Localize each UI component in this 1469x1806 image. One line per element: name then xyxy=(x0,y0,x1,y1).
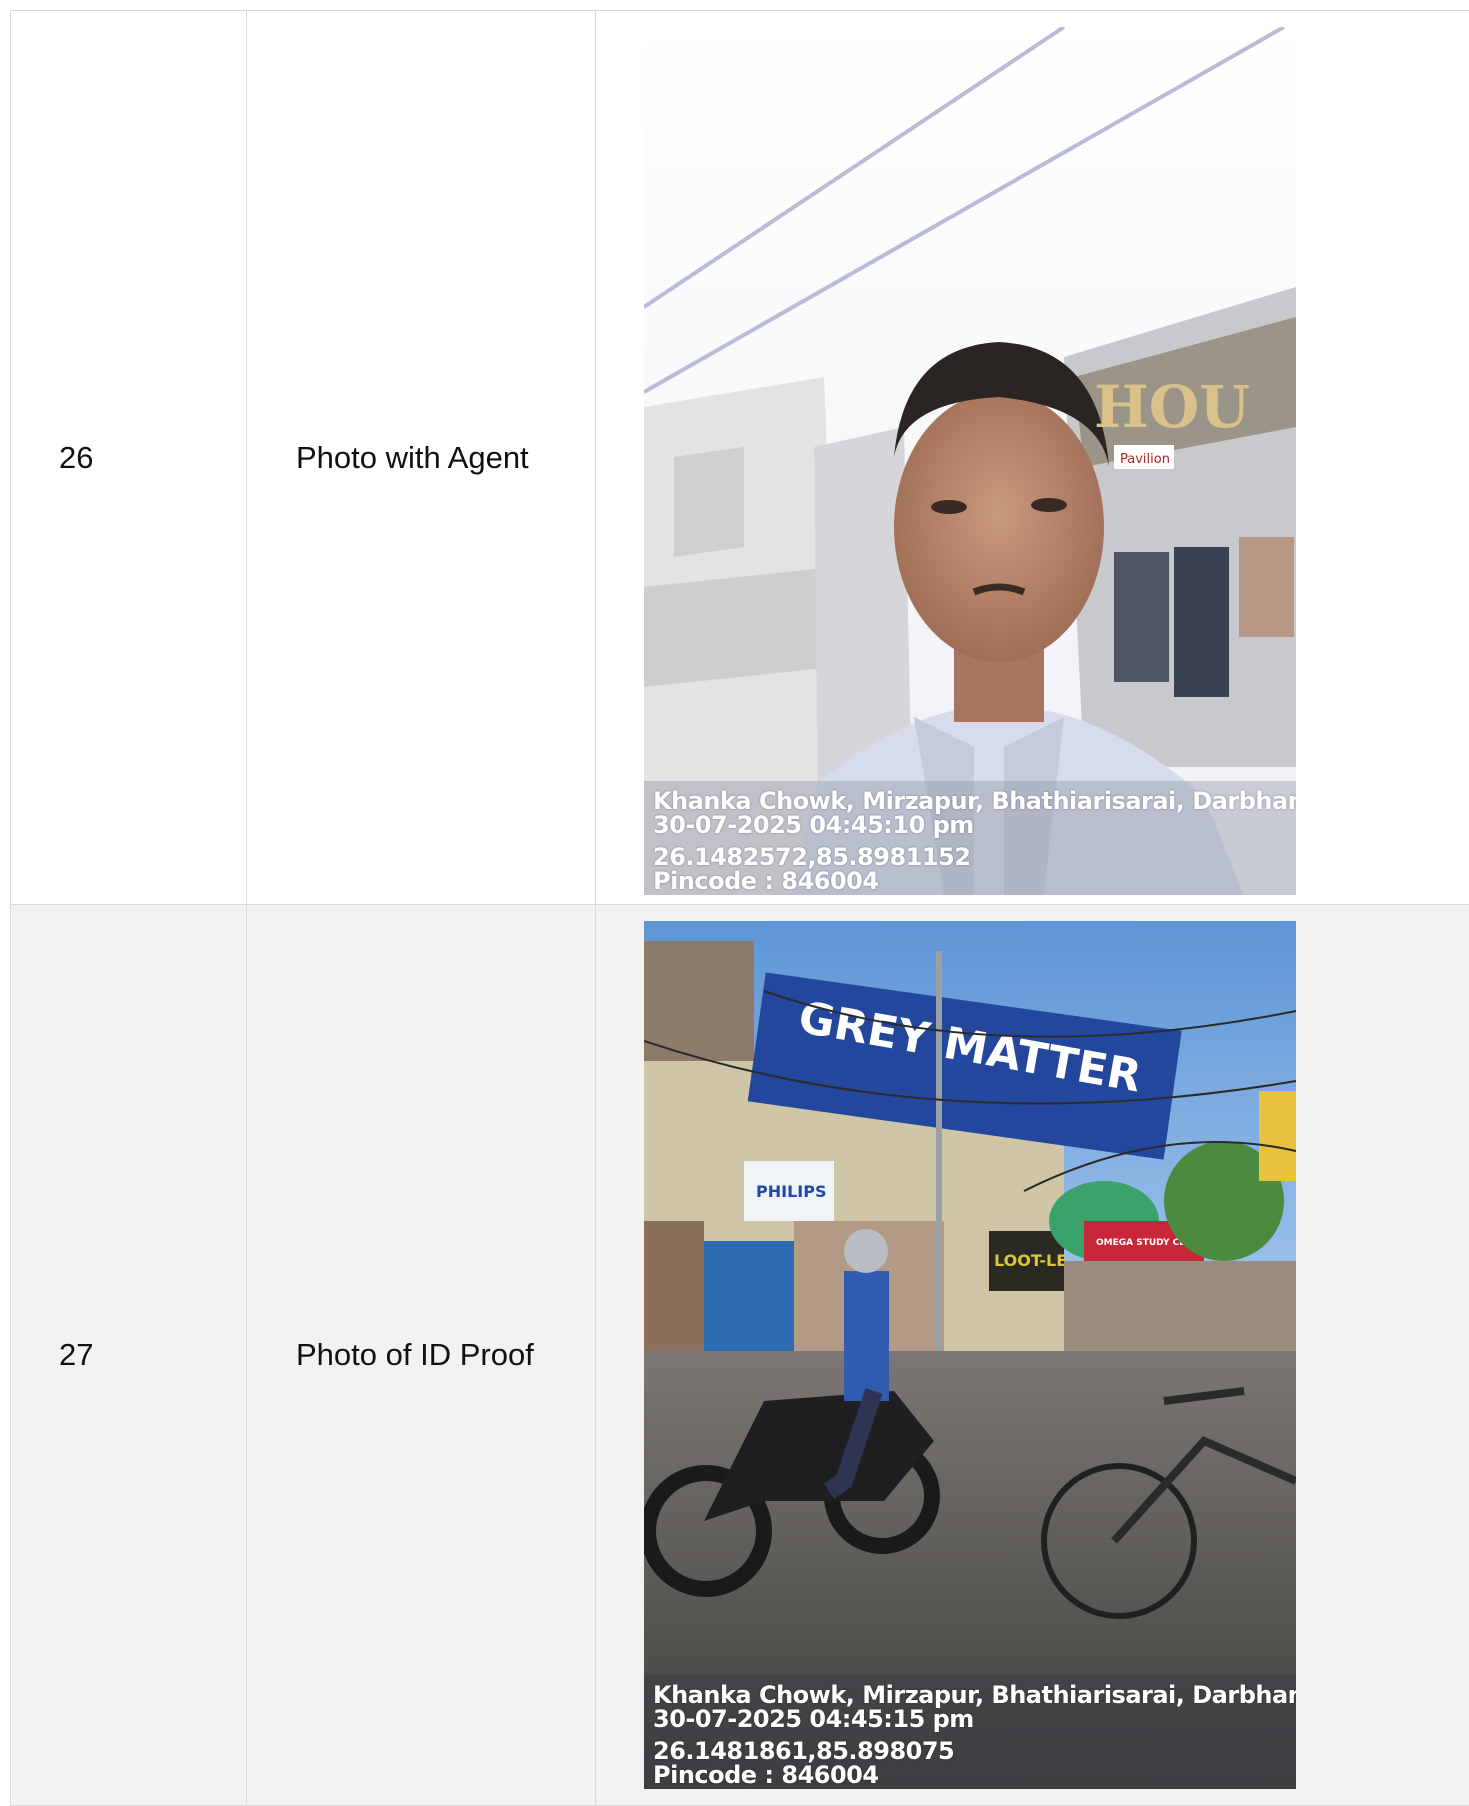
stamp-coordinates: 26.1481861,85.898075 xyxy=(653,1739,1296,1763)
row-number: 26 xyxy=(11,11,247,905)
table-row: 27 Photo of ID Proof xyxy=(11,905,1469,1806)
stamp-datetime: 30-07-2025 04:45:15 pm xyxy=(653,1707,1296,1731)
photo-cell: HOU Pavilion Khanka Chowk, Mirzapur, Bha… xyxy=(596,11,1469,905)
geo-stamp: Khanka Chowk, Mirzapur, Bhathiarisarai, … xyxy=(644,1675,1296,1789)
table-row: 26 Photo with Agent xyxy=(11,11,1469,905)
sign-loot: LOOT-LE xyxy=(994,1251,1067,1270)
street-scene-image: GREY MATTER PHILIPS LOOT-LE OMEGA STUDY … xyxy=(644,921,1296,1789)
shop-label-text: Pavilion xyxy=(1120,452,1170,467)
row-label: Photo with Agent xyxy=(247,11,596,905)
id-proof-photo: GREY MATTER PHILIPS LOOT-LE OMEGA STUDY … xyxy=(644,921,1296,1789)
row-number: 27 xyxy=(11,905,247,1806)
agent-selfie-image: HOU Pavilion xyxy=(644,27,1296,895)
sign-philips: PHILIPS xyxy=(756,1182,826,1201)
stamp-pincode: Pincode : 846004 xyxy=(653,1763,1296,1787)
photo-evidence-table: 26 Photo with Agent xyxy=(10,10,1469,1806)
geo-stamp: Khanka Chowk, Mirzapur, Bhathiarisarai, … xyxy=(644,781,1296,895)
stamp-address: Khanka Chowk, Mirzapur, Bhathiarisarai, … xyxy=(653,789,1296,813)
row-label: Photo of ID Proof xyxy=(247,905,596,1806)
stamp-coordinates: 26.1482572,85.8981152 xyxy=(653,845,1296,869)
stamp-datetime: 30-07-2025 04:45:10 pm xyxy=(653,813,1296,837)
photo-cell: GREY MATTER PHILIPS LOOT-LE OMEGA STUDY … xyxy=(596,905,1469,1806)
stamp-pincode: Pincode : 846004 xyxy=(653,869,1296,893)
shop-sign-text: HOU xyxy=(1094,373,1250,441)
stamp-address: Khanka Chowk, Mirzapur, Bhathiarisarai, … xyxy=(653,1683,1296,1707)
agent-selfie-photo: HOU Pavilion Khanka Chowk, Mirzapur, Bha… xyxy=(644,27,1296,895)
